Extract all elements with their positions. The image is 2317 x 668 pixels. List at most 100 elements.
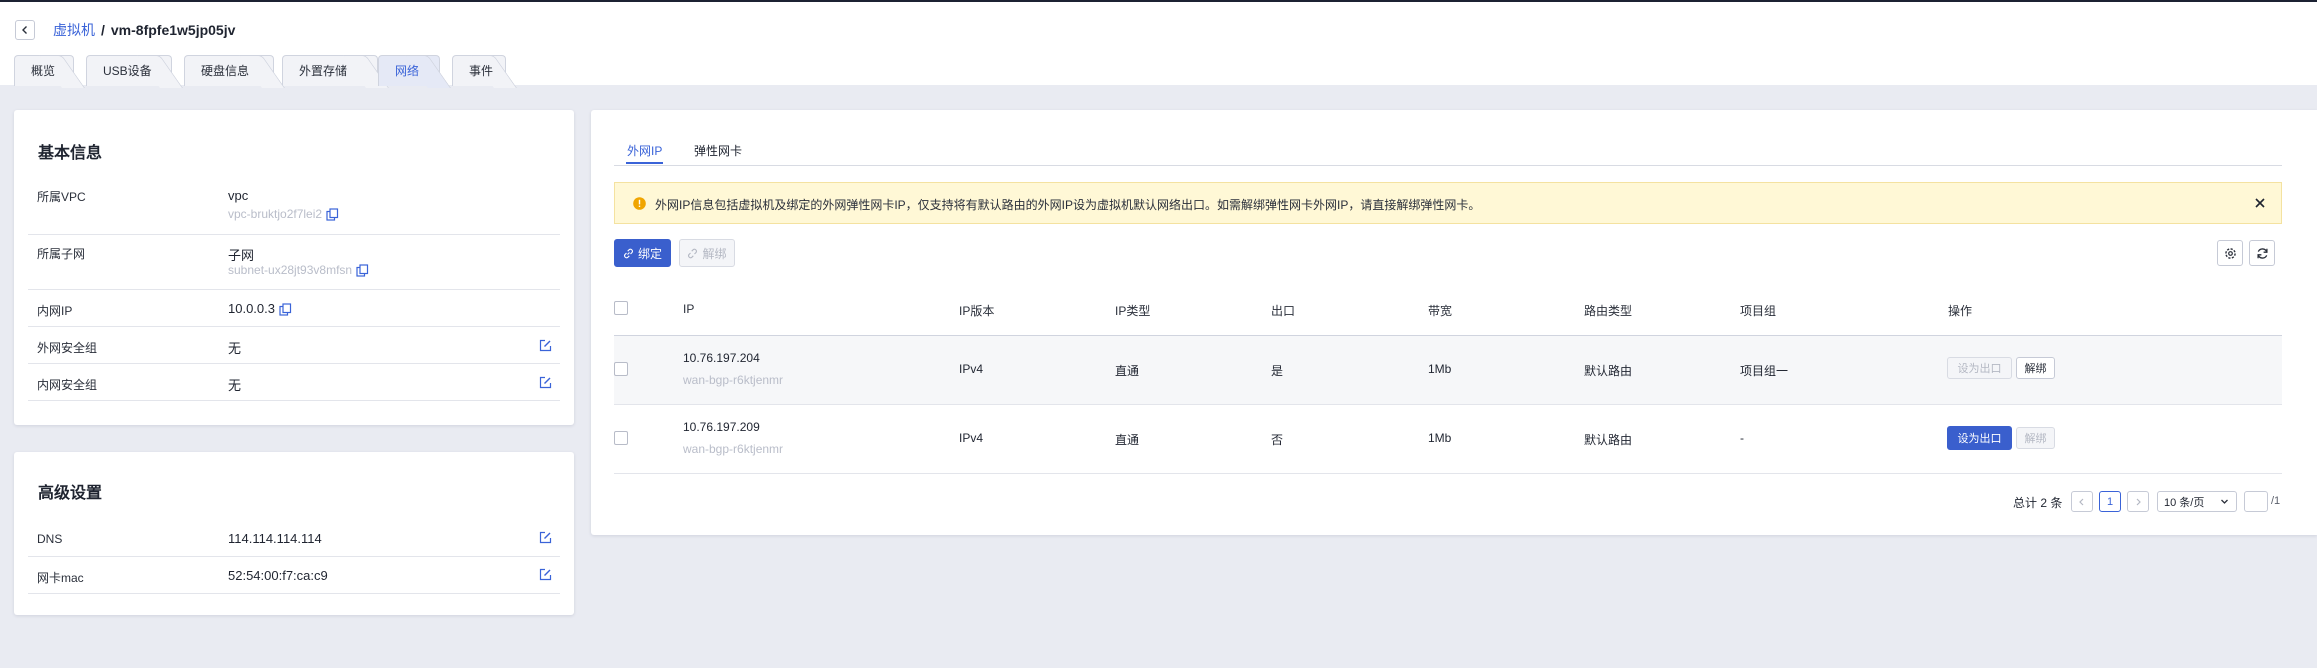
basic-info-title: 基本信息 [38,145,103,162]
mac-label: 网卡mac [37,571,84,585]
close-icon[interactable] [2255,198,2265,208]
edit-icon[interactable] [539,531,552,544]
tab-usb[interactable]: USB设备 [86,55,172,86]
page-header: 虚拟机 / vm-8fpfe1w5jp05jv 概览 USB设备 硬盘信息 外置存储… [0,2,2317,86]
tab-events[interactable]: 事件 [452,55,506,86]
alert-message: 外网IP信息包括虚拟机及绑定的外网弹性网卡IP，仅支持将有默认路由的外网IP设为… [655,198,1481,212]
next-page-button[interactable] [2127,491,2149,512]
tab-overview[interactable]: 概览 [14,55,74,86]
unbind-row-button[interactable]: 解绑 [2016,427,2055,449]
set-egress-button[interactable]: 设为出口 [1947,426,2012,450]
row-route-type: 默认路由 [1584,433,1633,447]
edit-icon[interactable] [539,339,552,352]
edit-icon[interactable] [539,376,552,389]
bind-label: 绑定 [637,246,662,261]
back-button[interactable] [15,20,35,40]
row-vpc: 所属VPC vpc vpc-bruktjo2f7lei2 [28,180,560,235]
dns-value: 114.114.114.114 [228,531,322,546]
page-size-select[interactable]: 10 条/页 [2157,491,2237,512]
col-ip-type: IP类型 [1115,304,1151,318]
row-route-type: 默认路由 [1584,364,1633,378]
breadcrumb-separator: / [101,22,105,38]
internal-sg-label: 内网安全组 [37,378,98,392]
row-checkbox[interactable] [614,431,628,445]
prev-page-button[interactable] [2071,491,2093,512]
network-subtabs: 外网IP 弹性网卡 [614,142,2282,166]
subnet-value: 子网 [228,248,255,263]
row-dns: DNS 114.114.114.114 [28,520,560,557]
row-bandwidth: 1Mb [1428,431,1452,445]
row-ip-type: 直通 [1115,433,1140,447]
subnet-id: subnet-ux28jt93v8mfsn [228,263,369,277]
page-number-1[interactable]: 1 [2099,491,2121,512]
chevron-down-icon [2221,499,2228,504]
page-jump-input[interactable] [2244,491,2268,512]
gear-icon [2224,247,2236,259]
private-ip: 10.0.0.3 [228,301,292,316]
col-ip-version: IP版本 [959,304,995,318]
row-ip-version: IPv4 [959,362,984,376]
col-bandwidth: 带宽 [1428,304,1453,318]
copy-icon[interactable] [279,303,292,316]
refresh-icon [2256,247,2268,259]
chevron-left-icon [22,26,27,34]
tab-external-storage[interactable]: 外置存储 [282,55,378,86]
subtab-elastic-nic[interactable]: 弹性网卡 [694,142,742,164]
pagination-total: 总计 2 条 [2013,496,2063,510]
col-actions: 操作 [1948,304,1973,318]
row-ip-type: 直通 [1115,364,1140,378]
unbind-row-button[interactable]: 解绑 [2016,357,2055,379]
external-sg-value: 无 [228,341,242,356]
set-egress-button[interactable]: 设为出口 [1947,357,2012,379]
row-bandwidth: 1Mb [1428,362,1452,376]
breadcrumb-current: vm-8fpfe1w5jp05jv [110,22,236,38]
row-ip: 10.76.197.209 [683,420,760,434]
info-alert: 外网IP信息包括虚拟机及绑定的外网弹性网卡IP，仅支持将有默认路由的外网IP设为… [614,182,2282,224]
bind-button[interactable]: 绑定 [614,239,671,267]
unbind-button[interactable]: 解绑 [679,239,735,267]
row-private-ip: 内网IP 10.0.0.3 [28,290,560,327]
basic-info-card: 基本信息 所属VPC vpc vpc-bruktjo2f7lei2 所属子网 子… [14,110,574,425]
dns-label: DNS [37,532,63,546]
col-route-type: 路由类型 [1584,304,1633,318]
row-ip-id: wan-bgp-r6ktjenmr [683,373,784,387]
row-mac: 网卡mac 52:54:00:f7:ca:c9 [28,557,560,594]
chevron-right-icon [2136,498,2141,505]
breadcrumb: 虚拟机 / vm-8fpfe1w5jp05jv [53,20,235,40]
copy-icon[interactable] [356,264,369,277]
row-project-group: 项目组一 [1740,364,1789,378]
row-checkbox[interactable] [614,362,628,376]
vpc-label: 所属VPC [37,190,86,204]
tab-disk[interactable]: 硬盘信息 [184,55,274,86]
private-ip-value: 10.0.0.3 [228,301,275,316]
vpc-id: vpc-bruktjo2f7lei2 [228,207,339,221]
page-size-value: 10 条/页 [2164,496,2205,509]
col-project-group: 项目组 [1740,304,1777,318]
mac-value: 52:54:00:f7:ca:c9 [228,568,328,583]
row-internal-security-group: 内网安全组 无 [28,364,560,401]
select-all-checkbox[interactable] [614,301,628,315]
subnet-label: 所属子网 [37,247,86,261]
breadcrumb-parent-link[interactable]: 虚拟机 [53,22,95,38]
tab-network[interactable]: 网络 [378,55,440,86]
row-ip-version: IPv4 [959,431,984,445]
total-pages: /1 [2271,495,2281,507]
vpc-value: vpc [228,188,249,203]
col-ip: IP [683,302,695,316]
row-subnet: 所属子网 子网 subnet-ux28jt93v8mfsn [28,235,560,290]
settings-button[interactable] [2217,240,2243,266]
link-icon [624,248,633,258]
internal-sg-value: 无 [228,378,242,393]
row-egress: 是 [1271,364,1284,378]
subnet-id-text: subnet-ux28jt93v8mfsn [228,263,353,277]
chevron-left-icon [2079,498,2084,505]
edit-icon[interactable] [539,568,552,581]
unlink-icon [688,248,698,258]
row-external-security-group: 外网安全组 无 [28,327,560,364]
subtab-public-ip[interactable]: 外网IP [626,142,664,164]
row-egress: 否 [1271,433,1284,447]
copy-icon[interactable] [326,208,339,221]
refresh-button[interactable] [2249,240,2275,266]
vpc-id-text: vpc-bruktjo2f7lei2 [228,207,323,221]
advanced-settings-card: 高级设置 DNS 114.114.114.114 网卡mac 52:54:00:… [14,452,574,615]
